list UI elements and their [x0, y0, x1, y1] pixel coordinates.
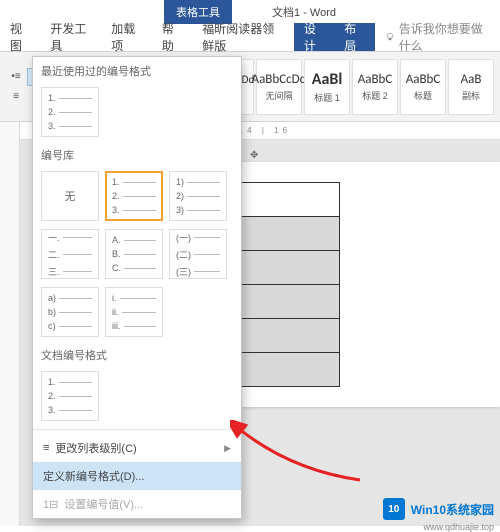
style-heading2[interactable]: AaBbC标题 2: [352, 59, 398, 115]
format-arabic-paren[interactable]: 1) 2) 3): [169, 171, 227, 221]
menu-label: 定义新编号格式(D)...: [43, 468, 144, 484]
format-none[interactable]: 无: [41, 171, 99, 221]
menu-define-new-format[interactable]: 定义新编号格式(D)...: [33, 462, 241, 490]
watermark-text: Win10系统家园: [411, 501, 494, 518]
tab-table-design[interactable]: 设计: [294, 23, 334, 51]
menu-change-list-level[interactable]: ≡ 更改列表级别(C) ▶: [33, 434, 241, 462]
format-cn-caps[interactable]: 一. 二. 三.: [41, 229, 99, 279]
bullets-button[interactable]: •≡: [6, 68, 26, 86]
style-title[interactable]: AaBbC标题: [400, 59, 446, 115]
style-subtitle[interactable]: AaB副标: [448, 59, 494, 115]
format-latin-lower-paren[interactable]: a) b) c): [41, 287, 99, 337]
menu-set-numbering-value: 1⊟ 设置编号值(V)...: [33, 490, 241, 518]
format-arabic-dot[interactable]: 1. 2. 3.: [105, 171, 163, 221]
numbering-dropdown: 最近使用过的编号格式 1. 2. 3. 编号库 无 1. 2. 3. 1) 2)…: [32, 56, 242, 519]
format-roman-lower[interactable]: i. ii. iii.: [105, 287, 163, 337]
tab-foxit[interactable]: 福昕阅读器领鲜版: [192, 23, 294, 51]
format-latin-caps[interactable]: A. B. C.: [105, 229, 163, 279]
format-cn-paren[interactable]: (一) (二) (三): [169, 229, 227, 279]
tab-addins[interactable]: 加载项: [101, 23, 152, 51]
bulb-icon: [385, 31, 395, 43]
style-heading1[interactable]: AaBl标题 1: [304, 59, 350, 115]
document-title: 文档1 - Word: [272, 4, 336, 20]
level-icon: ≡: [43, 442, 49, 454]
tab-help[interactable]: 帮助: [152, 23, 192, 51]
tab-developer[interactable]: 开发工具: [40, 23, 101, 51]
watermark-logo-icon: 10: [383, 498, 405, 520]
styles-gallery[interactable]: AaBbCcDd正文 AaBbCcDd无间隔 AaBl标题 1 AaBbC标题 …: [208, 59, 494, 115]
menu-label: 更改列表级别(C): [55, 440, 136, 456]
align-left-button[interactable]: ≡: [6, 88, 26, 106]
table-anchor-icon[interactable]: ✥: [250, 150, 258, 161]
format-doc-arabic-dot[interactable]: 1. 2. 3.: [41, 371, 99, 421]
dropdown-section-docformats: 文档编号格式: [33, 341, 241, 367]
watermark: 10 Win10系统家园 www.qdhuajie.top: [383, 498, 494, 520]
set-value-icon: 1⊟: [43, 498, 58, 511]
vertical-ruler[interactable]: [0, 122, 20, 526]
style-nospacing[interactable]: AaBbCcDd无间隔: [256, 59, 302, 115]
format-recent-arabic-dot[interactable]: 1. 2. 3.: [41, 87, 99, 137]
dropdown-separator: [33, 429, 241, 430]
dropdown-section-library: 编号库: [33, 141, 241, 167]
tell-me-search[interactable]: 告诉我你想要做什么: [375, 23, 500, 51]
ribbon-tabs: 视图 开发工具 加载项 帮助 福昕阅读器领鲜版 设计 布局 告诉我你想要做什么: [0, 24, 500, 52]
dropdown-section-recent: 最近使用过的编号格式: [33, 57, 241, 83]
tab-table-layout[interactable]: 布局: [334, 23, 374, 51]
submenu-arrow-icon: ▶: [224, 443, 231, 454]
watermark-url: www.qdhuajie.top: [423, 522, 494, 532]
tab-view[interactable]: 视图: [0, 23, 40, 51]
menu-label: 设置编号值(V)...: [64, 496, 143, 512]
tell-me-placeholder: 告诉我你想要做什么: [399, 20, 490, 54]
